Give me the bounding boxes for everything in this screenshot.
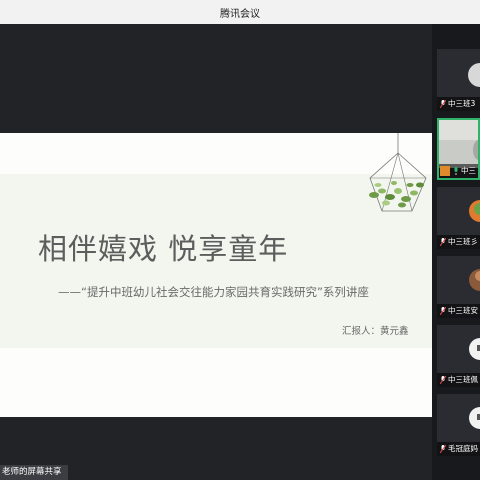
window-title: 腾讯会议: [220, 9, 260, 20]
mic-muted-icon: [440, 445, 446, 453]
participant-avatar: [437, 256, 480, 304]
participant-name: 中三班彡: [448, 237, 478, 246]
slide-subtitle: ——“提升中班幼儿社会交往能力家园共育实践研究”系列讲座: [58, 285, 369, 299]
participant-tile[interactable]: 中三班佩: [437, 325, 480, 387]
participant-name-bar: 中三班佩: [437, 373, 480, 387]
title-bar: 腾讯会议: [0, 0, 480, 25]
participant-name: 中三班安: [448, 306, 478, 315]
mic-muted-icon: [440, 238, 446, 246]
participant-tile[interactable]: 毛冠庭妈: [437, 394, 480, 456]
participant-name: 中三班佩: [448, 375, 478, 384]
participant-name: 中三: [461, 166, 476, 175]
participant-avatar: [437, 49, 480, 97]
participant-name-bar: 中三班彡: [437, 235, 480, 249]
plant-decoration-icon: [369, 133, 427, 212]
participant-name-bar: 毛冠庭妈: [437, 442, 480, 456]
participant-avatar: [437, 394, 480, 442]
mic-muted-icon: [440, 307, 446, 315]
slide-title: 相伴嬉戏 悦享童年: [38, 232, 289, 266]
mic-active-icon: [454, 167, 458, 175]
mic-muted-icon: [440, 376, 446, 384]
participant-panel[interactable]: 中三班3 中三 中三班彡 中三班安 中三班佩 毛冠庭妈: [432, 24, 480, 480]
participant-avatar: [437, 187, 480, 235]
presentation-slide: 相伴嬉戏 悦享童年 ——“提升中班幼儿社会交往能力家园共育实践研究”系列讲座 汇…: [0, 133, 432, 417]
shared-screen-area[interactable]: 相伴嬉戏 悦享童年 ——“提升中班幼儿社会交往能力家园共育实践研究”系列讲座 汇…: [0, 24, 432, 480]
participant-tile-active[interactable]: 中三: [437, 118, 480, 180]
participant-tile[interactable]: 中三班彡: [437, 187, 480, 249]
participant-name-bar: 中三班3: [437, 97, 480, 111]
participant-name-bar: 中三班安: [437, 304, 480, 318]
participant-tile[interactable]: 中三班安: [437, 256, 480, 318]
mic-muted-icon: [440, 100, 446, 108]
participant-name: 中三班3: [448, 99, 476, 108]
participant-video: [439, 120, 478, 168]
participant-name-bar: 中三: [439, 164, 478, 178]
participant-name: 毛冠庭妈: [448, 444, 478, 453]
screen-share-label: 老师的屏幕共享: [0, 465, 68, 480]
participant-avatar: [437, 325, 480, 373]
slide-presenter: 汇报人：黄元鑫: [342, 326, 409, 337]
person-icon: [440, 166, 450, 176]
participant-tile[interactable]: 中三班3: [437, 49, 480, 111]
